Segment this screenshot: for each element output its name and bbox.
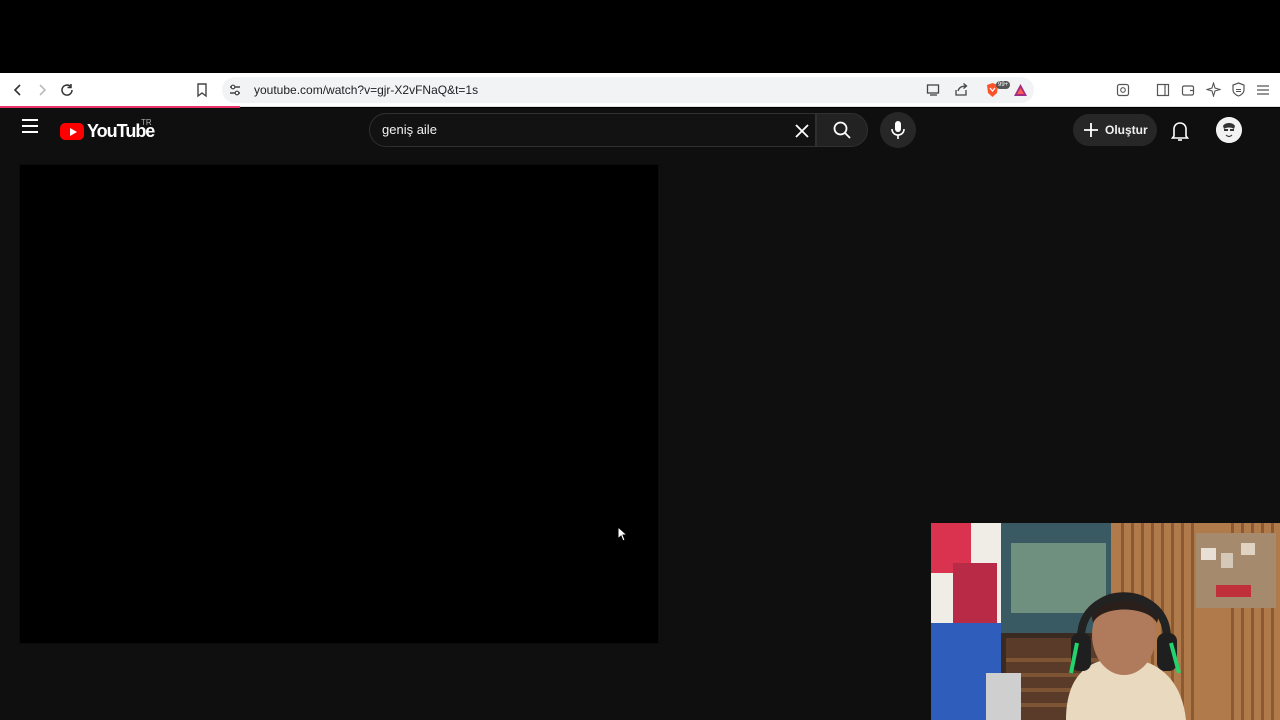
screen-top-border xyxy=(0,0,1280,73)
guide-menu-button[interactable] xyxy=(18,114,42,138)
user-avatar[interactable] xyxy=(1216,117,1242,143)
webcam-overlay xyxy=(931,523,1280,720)
forward-icon[interactable] xyxy=(34,82,50,98)
reader-icon[interactable] xyxy=(1116,83,1130,97)
mouse-cursor-icon xyxy=(618,527,628,542)
webcam-feed-image xyxy=(931,523,1280,720)
sidebar-icon[interactable] xyxy=(1156,83,1170,97)
vpn-icon[interactable] xyxy=(1231,82,1246,97)
create-button[interactable]: Oluştur xyxy=(1073,114,1157,146)
region-code: TR xyxy=(141,118,152,127)
share-icon[interactable] xyxy=(954,82,969,97)
search-button[interactable] xyxy=(816,113,868,147)
back-icon[interactable] xyxy=(10,82,26,98)
site-settings-icon[interactable] xyxy=(228,83,242,97)
video-player[interactable] xyxy=(19,164,659,644)
menu-icon[interactable] xyxy=(1256,83,1270,97)
youtube-play-icon xyxy=(60,123,84,140)
menu-bar xyxy=(22,125,38,127)
extension-badge: 99+ xyxy=(996,81,1011,89)
avatar-face-icon xyxy=(1216,117,1242,143)
reload-icon[interactable] xyxy=(59,82,75,98)
clear-search-icon[interactable] xyxy=(792,121,812,141)
brave-rewards-icon[interactable] xyxy=(1013,83,1028,97)
menu-bar xyxy=(22,131,38,133)
bookmark-icon[interactable] xyxy=(194,82,210,98)
microphone-icon xyxy=(891,121,905,139)
plus-icon xyxy=(1084,123,1098,137)
create-label: Oluştur xyxy=(1105,123,1148,137)
search-input[interactable]: geniş aile xyxy=(382,122,437,137)
voice-search-button[interactable] xyxy=(880,112,916,148)
notifications-bell-icon[interactable] xyxy=(1168,119,1192,143)
wallet-icon[interactable] xyxy=(1181,83,1195,97)
cast-icon[interactable] xyxy=(926,83,941,97)
url-text[interactable]: youtube.com/watch?v=gjr-X2vFNaQ&t=1s xyxy=(254,83,478,97)
search-icon xyxy=(833,121,851,139)
leo-icon[interactable] xyxy=(1206,82,1221,97)
menu-bar xyxy=(22,119,38,121)
browser-toolbar xyxy=(0,73,1280,107)
